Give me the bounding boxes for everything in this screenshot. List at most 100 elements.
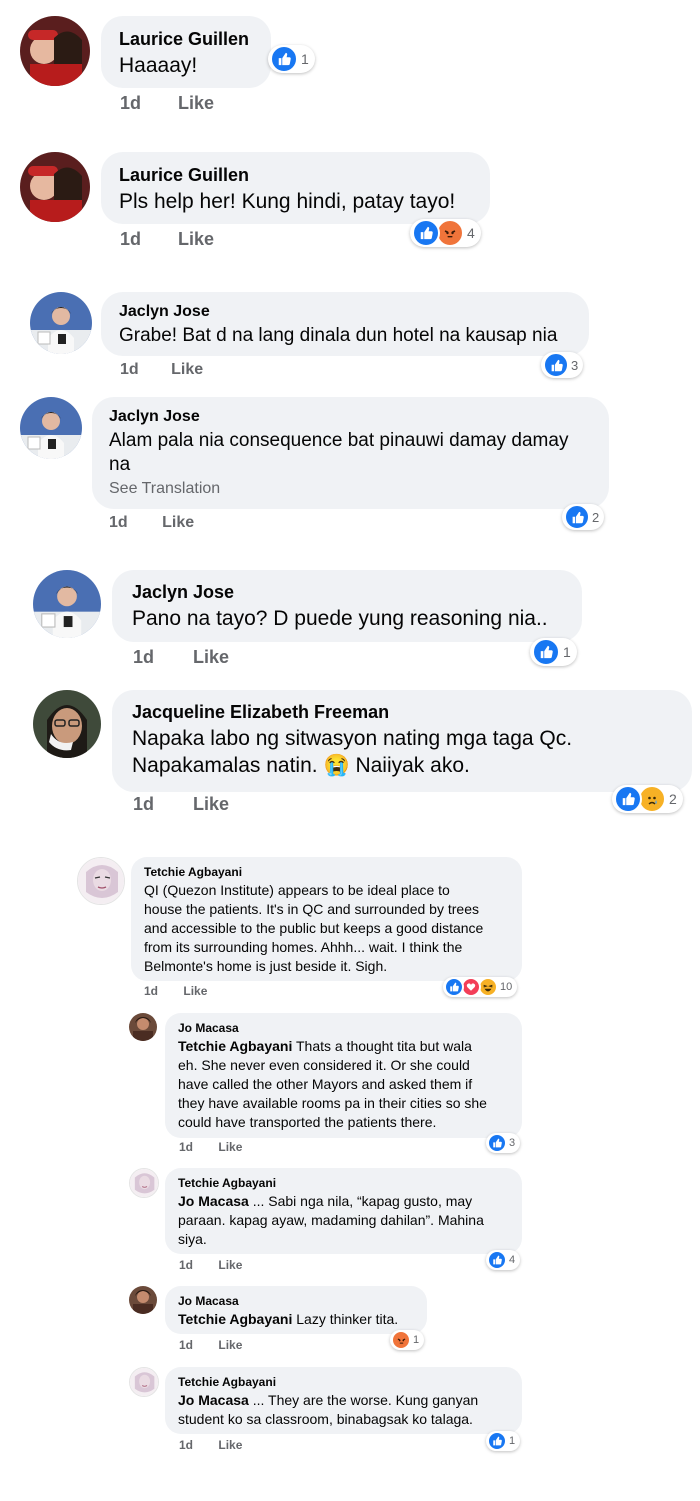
like-button[interactable]: Like (178, 93, 214, 114)
avatar[interactable] (33, 690, 101, 758)
reply-text-line: Tetchie Agbayani Lazy thinker tita. (178, 1310, 414, 1329)
reply-text-line: Jo Macasa ... Sabi nga nila, “kapag gust… (178, 1192, 509, 1211)
reply-bubble: Tetchie Agbayani Jo Macasa ... They are … (165, 1367, 522, 1434)
comment-actions: 1d Like (144, 984, 207, 998)
timestamp[interactable]: 1d (179, 1140, 193, 1154)
reaction-summary[interactable]: 1 (268, 45, 315, 73)
angry-face-icon (436, 219, 464, 247)
like-button[interactable]: Like (183, 984, 207, 998)
reply-text-line: Jo Macasa ... They are the worse. Kung g… (178, 1391, 509, 1410)
reaction-summary[interactable]: 2 (562, 504, 605, 530)
timestamp[interactable]: 1d (109, 514, 128, 532)
comment-author[interactable]: Jaclyn Jose (132, 582, 562, 603)
comment-text: na (109, 454, 131, 475)
haha-face-icon (478, 977, 498, 997)
timestamp[interactable]: 1d (120, 229, 141, 250)
like-button[interactable]: Like (218, 1338, 242, 1352)
reaction-summary[interactable]: 1 (486, 1431, 521, 1451)
reply-author[interactable]: Tetchie Agbayani (178, 1375, 509, 1389)
like-button[interactable]: Like (218, 1258, 242, 1272)
comment-author[interactable]: Laurice Guillen (119, 29, 253, 50)
avatar[interactable] (129, 1168, 159, 1198)
avatar[interactable] (129, 1367, 159, 1397)
timestamp[interactable]: 1d (133, 647, 154, 668)
comment-text: Pls help her! Kung hindi, patay tayo! (119, 190, 456, 213)
avatar[interactable] (129, 1013, 157, 1041)
reply-text-line: paraan. kapag ayaw, madaming dahilan”. M… (178, 1212, 484, 1228)
thumbs-up-icon (543, 352, 569, 378)
comment-author[interactable]: Jacqueline Elizabeth Freeman (132, 702, 672, 723)
comment-text: Napakamalas natin. 😭 Naiiyak ako. (132, 754, 672, 778)
mention-link[interactable]: Tetchie Agbayani (178, 1311, 292, 1327)
comment-actions: 1d Like (120, 229, 214, 250)
mention-link[interactable]: Jo Macasa (178, 1392, 249, 1408)
reaction-summary[interactable]: 2 (612, 785, 683, 813)
reaction-summary[interactable]: 4 (486, 1250, 521, 1270)
comment-text-line: from its surrounding homes. Ahhh... wait… (144, 939, 463, 955)
comment-author[interactable]: Tetchie Agbayani (144, 865, 509, 879)
reply-bubble: Jo Macasa Tetchie Agbayani Thats a thoug… (165, 1013, 522, 1138)
like-button[interactable]: Like (218, 1438, 242, 1452)
avatar[interactable] (30, 292, 92, 354)
comment-actions: 1d Like (120, 361, 203, 379)
comment-actions: 1d Like (109, 514, 194, 532)
reaction-summary[interactable]: 1 (530, 638, 577, 666)
thumbs-up-icon (270, 45, 298, 73)
comment-author[interactable]: Jaclyn Jose (109, 408, 592, 426)
reply-text: Lazy thinker tita. (292, 1311, 399, 1327)
timestamp[interactable]: 1d (133, 794, 154, 815)
reaction-summary[interactable]: 3 (541, 352, 584, 378)
reaction-count: 2 (592, 509, 600, 525)
reply-text: ... They are the worse. Kung ganyan (248, 1392, 479, 1408)
timestamp[interactable]: 1d (179, 1338, 193, 1352)
like-button[interactable]: Like (193, 647, 229, 668)
comment-bubble: Laurice Guillen Pls help her! Kung hindi… (101, 152, 490, 224)
reply-author[interactable]: Tetchie Agbayani (178, 1176, 509, 1190)
thumbs-up-icon (444, 977, 464, 997)
reaction-summary[interactable]: 3 (486, 1133, 521, 1153)
reaction-count: 3 (571, 357, 579, 373)
mention-link[interactable]: Tetchie Agbayani (178, 1038, 292, 1054)
reaction-count: 2 (669, 791, 677, 807)
comment-actions: 1d Like (133, 794, 229, 815)
timestamp[interactable]: 1d (144, 984, 158, 998)
reaction-summary[interactable]: 4 (410, 219, 481, 247)
comment-text: Haaaay! (119, 54, 198, 77)
comment-author[interactable]: Laurice Guillen (119, 165, 472, 186)
timestamp[interactable]: 1d (120, 361, 139, 379)
avatar[interactable] (129, 1286, 157, 1314)
comment-author[interactable]: Jaclyn Jose (119, 303, 571, 321)
timestamp[interactable]: 1d (179, 1258, 193, 1272)
reaction-count: 1 (413, 1334, 420, 1346)
like-button[interactable]: Like (162, 514, 194, 532)
reaction-summary[interactable]: 10 (443, 977, 518, 997)
reply-text-line: student ko sa classroom, binabagsak ko t… (178, 1411, 473, 1427)
avatar[interactable] (33, 570, 101, 638)
reply-text-line: Tetchie Agbayani Thats a thought tita bu… (178, 1037, 509, 1056)
comment-text: Grabe! Bat d na lang dinala dun hotel na… (119, 325, 558, 346)
like-button[interactable]: Like (218, 1140, 242, 1154)
reaction-count: 1 (563, 644, 571, 660)
like-button[interactable]: Like (178, 229, 214, 250)
like-button[interactable]: Like (171, 361, 203, 379)
thumbs-up-icon (412, 219, 440, 247)
timestamp[interactable]: 1d (120, 93, 141, 114)
reply-author[interactable]: Jo Macasa (178, 1021, 509, 1035)
timestamp[interactable]: 1d (179, 1438, 193, 1452)
comment-text-part: Napakamalas natin. (132, 754, 318, 777)
reaction-count: 1 (301, 51, 309, 67)
avatar[interactable] (20, 16, 90, 86)
thumbs-up-icon (614, 785, 642, 813)
avatar[interactable] (77, 857, 125, 905)
avatar[interactable] (20, 152, 90, 222)
like-button[interactable]: Like (193, 794, 229, 815)
reaction-count: 10 (500, 981, 513, 993)
comment-actions: 1d Like (120, 93, 214, 114)
comment-text: Alam pala nia consequence bat pinauwi da… (109, 430, 569, 451)
avatar[interactable] (20, 397, 82, 459)
reaction-summary[interactable]: 1 (390, 1330, 425, 1350)
reply-author[interactable]: Jo Macasa (178, 1294, 414, 1308)
see-translation-link[interactable]: See Translation (109, 480, 592, 498)
heart-icon (461, 977, 481, 997)
mention-link[interactable]: Jo Macasa (178, 1193, 249, 1209)
